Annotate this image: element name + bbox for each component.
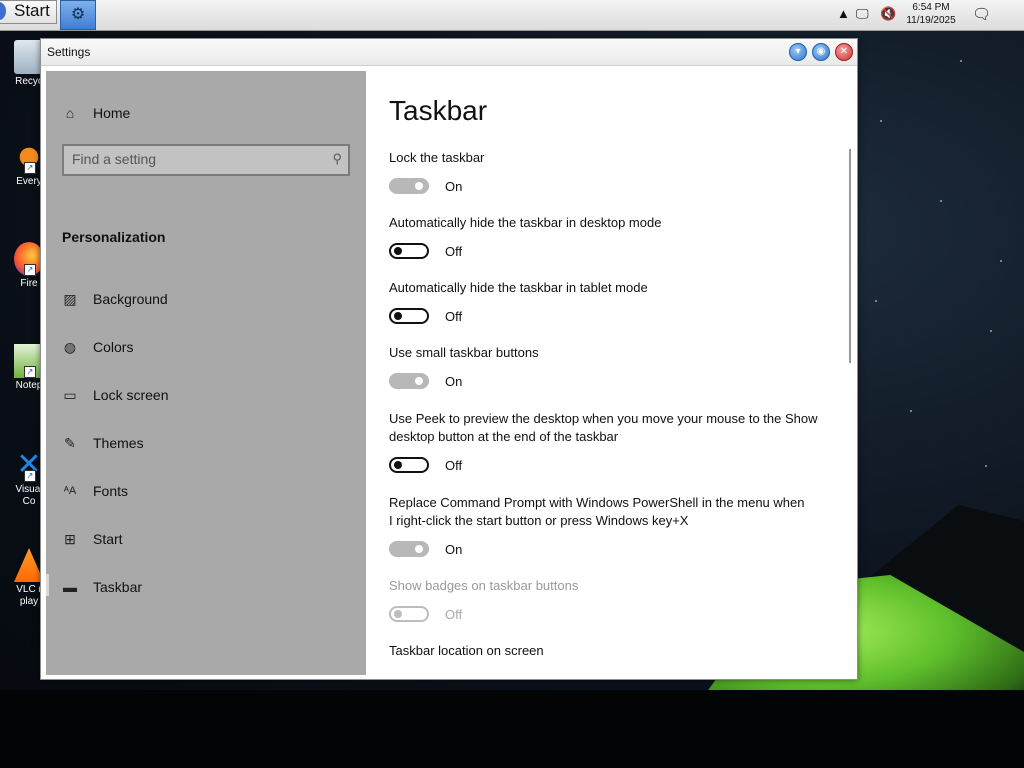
sidebar-item-label: Lock screen	[93, 387, 169, 403]
clock-date: 11/19/2025	[906, 15, 956, 26]
palette-icon: ◍	[63, 339, 77, 355]
sidebar-item-home[interactable]: ⌂ Home	[62, 103, 131, 123]
maximize-button[interactable]: ◉	[812, 43, 830, 61]
sidebar-item-background[interactable]: ▨ Background	[62, 288, 168, 310]
toggle-state: On	[445, 179, 463, 194]
setting-label-badges: Show badges on taskbar buttons	[389, 578, 579, 593]
minimize-button[interactable]: ▾	[789, 43, 807, 61]
gear-icon: ⚙	[70, 6, 86, 23]
toggle-state: Off	[445, 309, 463, 324]
desktop-icon-label: Notep	[15, 380, 43, 391]
toggle-badges	[389, 606, 429, 622]
sidebar: ⌂ Home ⚲ Personalization ▨ Background ◍ …	[46, 71, 366, 675]
toggle-peek[interactable]	[389, 457, 429, 473]
sidebar-item-themes[interactable]: ✎ Themes	[62, 432, 144, 454]
shortcut-arrow-icon: ↗	[24, 162, 36, 174]
sidebar-item-taskbar[interactable]: ▬ Taskbar	[62, 576, 142, 598]
up-arrow-icon[interactable]: ▲	[837, 6, 850, 21]
title-bar[interactable]: Settings ▾ ◉ ✕	[41, 39, 857, 66]
home-icon: ⌂	[65, 105, 75, 121]
shortcut-arrow-icon: ↗	[24, 366, 36, 378]
desktop-icon-label: Fire	[20, 278, 38, 289]
setting-label-autohide-desktop: Automatically hide the taskbar in deskto…	[389, 215, 662, 230]
fonts-icon: ᴬA	[63, 485, 77, 497]
themes-icon: ✎	[64, 435, 76, 451]
toggle-state: Off	[445, 607, 463, 622]
minimize-icon: ▾	[795, 46, 801, 57]
setting-label-autohide-tablet: Automatically hide the taskbar in tablet…	[389, 280, 648, 295]
clock-time: 6:54 PM	[912, 2, 950, 13]
network-icon[interactable]: 🖵	[856, 6, 869, 22]
ground	[0, 690, 1024, 768]
scrollbar[interactable]	[849, 149, 851, 363]
setting-label-lock-taskbar: Lock the taskbar	[389, 150, 485, 165]
close-button[interactable]: ✕	[835, 43, 853, 61]
close-icon: ✕	[839, 46, 849, 57]
setting-label-peek: Use Peek to preview the desktop when you…	[389, 411, 818, 444]
desktop-icon-label: Recyc	[15, 76, 43, 87]
sidebar-item-label: Start	[93, 531, 123, 547]
shortcut-arrow-icon: ↗	[24, 470, 36, 482]
desktop-icon-label: Every	[16, 176, 42, 187]
volume-muted-icon[interactable]: 🔇	[880, 6, 896, 22]
taskbar-icon: ▬	[63, 579, 77, 595]
toggle-state: Off	[445, 244, 463, 259]
toggle-state: On	[445, 542, 463, 557]
sidebar-item-lock-screen[interactable]: ▭ Lock screen	[62, 384, 168, 406]
sidebar-item-label: Fonts	[93, 483, 129, 499]
settings-window: Settings ▾ ◉ ✕ ⌂ Home ⚲ Personalization …	[40, 38, 858, 680]
search-input[interactable]	[72, 151, 312, 167]
sidebar-item-label: Themes	[93, 435, 144, 451]
toggle-autohide-desktop[interactable]	[389, 243, 429, 259]
search-box[interactable]: ⚲	[62, 144, 350, 176]
sidebar-item-label: Background	[93, 291, 168, 307]
toggle-small-buttons[interactable]	[389, 373, 429, 389]
main-content: Taskbar Lock the taskbar On Automaticall…	[389, 65, 849, 677]
sidebar-item-label: Home	[93, 105, 131, 121]
lock-screen-icon: ▭	[63, 387, 77, 403]
start-icon: ⊞	[64, 531, 76, 547]
sidebar-item-start[interactable]: ⊞ Start	[62, 528, 123, 550]
window-title: Settings	[47, 45, 91, 59]
sidebar-item-label: Colors	[93, 339, 134, 355]
clock[interactable]: 6:54 PM 11/19/2025	[900, 1, 962, 27]
setting-label-small-buttons: Use small taskbar buttons	[389, 345, 539, 360]
sidebar-item-label: Taskbar	[93, 579, 143, 595]
toggle-lock-taskbar[interactable]	[389, 178, 429, 194]
section-heading: Personalization	[62, 229, 166, 245]
start-button[interactable]: Start	[0, 0, 57, 24]
sidebar-item-colors[interactable]: ◍ Colors	[62, 336, 134, 358]
selection-indicator	[46, 574, 49, 596]
maximize-icon: ◉	[816, 46, 826, 57]
sidebar-item-fonts[interactable]: ᴬA Fonts	[62, 480, 128, 502]
page-title: Taskbar	[389, 95, 488, 126]
toggle-state: On	[445, 374, 463, 389]
setting-label-powershell: Replace Command Prompt with Windows Powe…	[389, 495, 805, 528]
notification-icon[interactable]: 🗨	[972, 5, 991, 23]
toggle-powershell[interactable]	[389, 541, 429, 557]
top-taskbar: Start ⚙ ▲ 🖵 🔇 6:54 PM 11/19/2025 🗨	[0, 0, 1024, 31]
toggle-autohide-tablet[interactable]	[389, 308, 429, 324]
setting-label-location: Taskbar location on screen	[389, 643, 544, 658]
settings-taskbar-button[interactable]: ⚙	[60, 0, 96, 30]
search-icon[interactable]: ⚲	[332, 151, 342, 167]
picture-icon: ▨	[63, 291, 77, 307]
toggle-state: Off	[445, 458, 463, 473]
shortcut-arrow-icon: ↗	[24, 264, 36, 276]
